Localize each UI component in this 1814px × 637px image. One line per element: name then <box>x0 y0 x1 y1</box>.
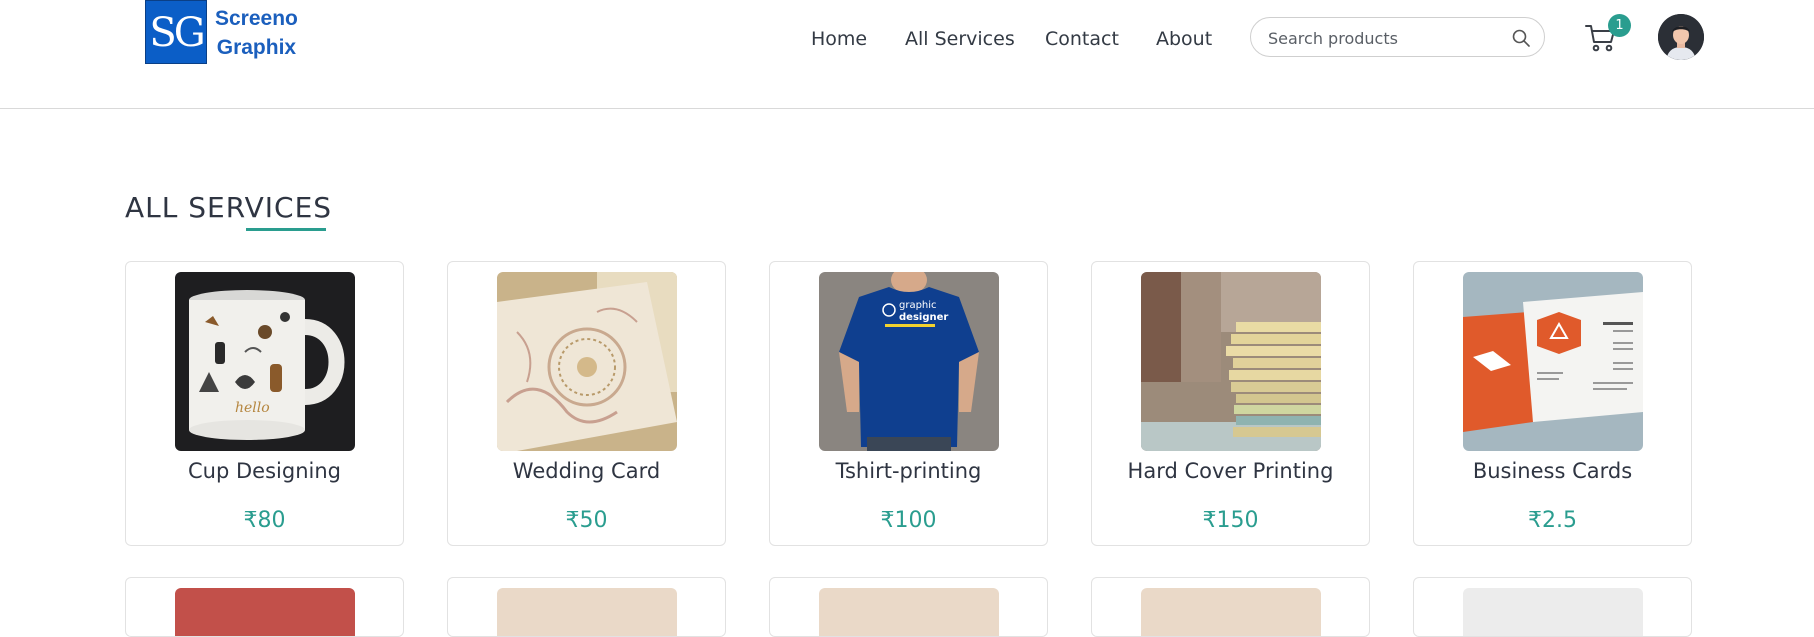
search-box <box>1250 17 1545 58</box>
product-name[interactable]: Cup Designing <box>126 456 403 486</box>
site-header: SG Screeno Graphix Home All Services Con… <box>0 0 1814 109</box>
product-image <box>175 588 355 636</box>
product-image <box>497 588 677 636</box>
tshirt-print-line2: designer <box>899 312 948 323</box>
product-price: ₹2.5 <box>1528 508 1577 533</box>
hard-cover-books-image <box>1141 272 1321 451</box>
product-card-row2-3[interactable] <box>769 577 1048 637</box>
nav-contact[interactable]: Contact <box>1045 24 1119 54</box>
product-card-row2-5[interactable] <box>1413 577 1692 637</box>
product-card-row2-1[interactable] <box>125 577 404 637</box>
section-title-underline <box>246 228 326 231</box>
product-image <box>819 588 999 636</box>
product-name[interactable]: Business Cards <box>1414 456 1691 486</box>
product-name[interactable]: Tshirt-printing <box>770 456 1047 486</box>
product-price: ₹100 <box>880 508 937 533</box>
product-name[interactable]: Hard Cover Printing <box>1092 456 1369 486</box>
nav-about[interactable]: About <box>1156 24 1212 54</box>
tshirt-image: graphic designer <box>819 272 999 451</box>
tshirt-print-line1: graphic <box>899 300 937 311</box>
nav-all-services[interactable]: All Services <box>905 24 1015 54</box>
product-card-tshirt[interactable]: graphic designer Tshirt-printing ₹100 <box>769 261 1048 546</box>
logo-mark: SG <box>145 0 207 64</box>
user-avatar[interactable] <box>1658 14 1704 60</box>
product-price: ₹80 <box>243 508 286 533</box>
product-price: ₹50 <box>565 508 608 533</box>
wedding-card-image <box>497 272 677 451</box>
product-card-business[interactable]: Business Cards ₹2.5 <box>1413 261 1692 546</box>
section-title: ALL SERVICES <box>125 191 333 224</box>
product-card-row2-4[interactable] <box>1091 577 1370 637</box>
brand-name: Screeno Graphix <box>215 4 298 62</box>
brand-logo[interactable]: SG Screeno Graphix <box>145 0 298 64</box>
search-icon[interactable] <box>1511 28 1531 48</box>
product-name[interactable]: Wedding Card <box>448 456 725 486</box>
brand-name-line1: Screeno <box>215 7 298 30</box>
nav-home[interactable]: Home <box>811 24 867 54</box>
product-card-wedding[interactable]: Wedding Card ₹50 <box>447 261 726 546</box>
product-card-cup[interactable]: hello Cup Designing ₹80 <box>125 261 404 546</box>
product-price: ₹150 <box>1202 508 1259 533</box>
cup-image: hello <box>175 272 355 451</box>
product-card-hardcover[interactable]: Hard Cover Printing ₹150 <box>1091 261 1370 546</box>
product-image <box>1463 588 1643 636</box>
cart-count-badge: 1 <box>1608 14 1631 37</box>
business-cards-image <box>1463 272 1643 451</box>
product-image <box>1141 588 1321 636</box>
brand-name-line2: Graphix <box>216 36 297 59</box>
svg-text:hello: hello <box>235 400 270 416</box>
search-input[interactable] <box>1266 18 1500 58</box>
product-card-row2-2[interactable] <box>447 577 726 637</box>
user-avatar-icon <box>1658 14 1704 60</box>
